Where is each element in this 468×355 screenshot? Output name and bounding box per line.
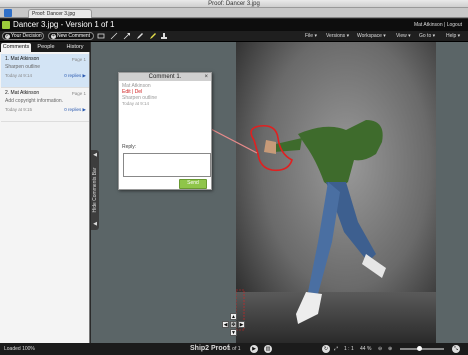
comment-page: Page 1 xyxy=(71,57,86,62)
zoom-slider[interactable] xyxy=(400,346,444,351)
zoom-slider-knob[interactable] xyxy=(417,346,423,351)
app-logo-icon xyxy=(2,21,10,29)
status-bar: Loaded 100% Ship2 Proof 1 of 1 ▶ ▥ ↻ ⤢ 1… xyxy=(0,343,468,355)
user-name: Mat Atkinson xyxy=(413,22,443,28)
comment-page: Page 1 xyxy=(71,91,86,96)
your-decision-button[interactable]: ✓ Your Decision xyxy=(2,32,44,40)
window-title-bar: Proof: Dancer 3.jpg xyxy=(0,0,468,8)
pen-tool-icon[interactable] xyxy=(136,32,144,40)
rotate-icon[interactable]: ↻ xyxy=(322,345,330,353)
hide-comments-bar-toggle[interactable]: ◀ Hide Comments Bar ◀ xyxy=(91,150,99,230)
comment-popup-title: Comment 1. xyxy=(119,73,211,81)
comment-text: Add copyright information. xyxy=(5,98,64,104)
tab-people[interactable]: People xyxy=(32,43,60,52)
highlighter-tool-icon[interactable] xyxy=(149,32,157,40)
comment-list-item[interactable]: 2. Mat Atkinson Page 1 Add copyright inf… xyxy=(1,88,89,122)
line-tool-icon[interactable] xyxy=(110,32,118,40)
tab-comments[interactable]: Comments xyxy=(1,43,31,52)
stamp-tool-icon[interactable] xyxy=(160,32,168,40)
load-status: Loaded 100% xyxy=(4,346,35,352)
menu-file[interactable]: File ▾ xyxy=(305,31,317,42)
menu-workspace[interactable]: Workspace ▾ xyxy=(357,31,386,42)
close-icon[interactable]: × xyxy=(204,73,208,81)
square-tool-icon[interactable] xyxy=(97,32,105,40)
zoom-reset-button[interactable]: 1 : 1 xyxy=(344,343,354,355)
user-area: Mat Atkinson | Logout xyxy=(414,19,462,31)
comment-list-item[interactable]: 1. Mat Atkinson Page 1 Sharpen outline T… xyxy=(1,54,89,88)
pan-control[interactable]: ▲ ◀ ✥ ▶ ▼ xyxy=(222,313,246,337)
menu-versions[interactable]: Versions ▾ xyxy=(326,31,349,42)
sidebar-tabs: Comments People History xyxy=(0,42,90,52)
logout-link[interactable]: Logout xyxy=(447,22,462,28)
your-decision-label: Your Decision xyxy=(11,33,42,39)
document-title: Dancer 3.jpg - Version 1 of 1 xyxy=(13,20,115,29)
pan-center-icon[interactable]: ✥ xyxy=(230,321,237,328)
add-icon: + xyxy=(51,33,56,39)
hide-comments-bar-label: Hide Comments Bar xyxy=(92,167,98,213)
fit-icon[interactable]: ⤢ xyxy=(334,343,338,355)
menu-goto[interactable]: Go to ▾ xyxy=(419,31,435,42)
arrow-tool-icon[interactable] xyxy=(123,32,131,40)
new-comment-button[interactable]: + New Comment xyxy=(48,32,94,40)
user-separator: | xyxy=(444,22,446,28)
reply-input[interactable] xyxy=(123,153,211,177)
send-reply-button[interactable]: Send xyxy=(179,179,207,189)
popup-comment-time: Today at 9:14 xyxy=(122,101,150,106)
browser-menu-icon[interactable] xyxy=(4,9,12,17)
comment-popup: Comment 1. × Mat Atkinson Edit | Del Sha… xyxy=(118,72,212,190)
annotation-leader-line xyxy=(206,126,258,154)
menu-view[interactable]: View ▾ xyxy=(396,31,411,42)
collapse-arrow-icon: ◀ xyxy=(93,221,97,227)
proof-image[interactable] xyxy=(236,42,436,343)
comment-replies-link[interactable]: 0 replies ▶ xyxy=(64,72,86,79)
pan-left-icon[interactable]: ◀ xyxy=(222,321,229,328)
fullscreen-icon[interactable]: ⤡ xyxy=(452,345,460,353)
play-icon[interactable]: ▶ xyxy=(250,345,258,353)
new-comment-label: New Comment xyxy=(57,33,91,39)
page-indicator: 1 of 1 xyxy=(228,346,241,352)
reply-label: Reply: xyxy=(122,144,137,150)
comments-sidebar: Comments People History 1. Mat Atkinson … xyxy=(0,42,90,343)
pan-right-icon[interactable]: ▶ xyxy=(238,321,245,328)
zoom-level: 44 % xyxy=(360,346,372,352)
app-header: Dancer 3.jpg - Version 1 of 1 Mat Atkins… xyxy=(0,19,468,31)
pan-down-icon[interactable]: ▼ xyxy=(230,329,237,336)
browser-tab[interactable]: Proof: Dancer 3.jpg xyxy=(28,9,92,18)
comment-text: Sharpen outline xyxy=(5,64,41,70)
window-title: Proof: Dancer 3.jpg xyxy=(208,1,260,7)
brand-logo: Ship2 Proof xyxy=(190,345,230,352)
decision-icon: ✓ xyxy=(5,33,10,39)
pan-up-icon[interactable]: ▲ xyxy=(230,313,237,320)
menu-help[interactable]: Help ▾ xyxy=(446,31,460,42)
compare-icon[interactable]: ▥ xyxy=(264,345,272,353)
comment-replies-link[interactable]: 0 replies ▶ xyxy=(64,106,86,113)
browser-tab-strip: Proof: Dancer 3.jpg xyxy=(0,8,468,18)
comment-time: Today at 9:15 xyxy=(5,107,33,112)
zoom-out-icon[interactable]: ⊖ xyxy=(378,343,382,355)
toolbar: ✓ Your Decision + New Comment File ▾ Ver… xyxy=(0,31,468,42)
comment-author: 1. Mat Atkinson xyxy=(5,56,40,62)
comment-time: Today at 9:14 xyxy=(5,73,33,78)
comment-author: 2. Mat Atkinson xyxy=(5,90,40,96)
dancer-photo xyxy=(236,42,436,343)
zoom-in-icon[interactable]: ⊕ xyxy=(388,343,392,355)
tab-history[interactable]: History xyxy=(61,43,89,52)
